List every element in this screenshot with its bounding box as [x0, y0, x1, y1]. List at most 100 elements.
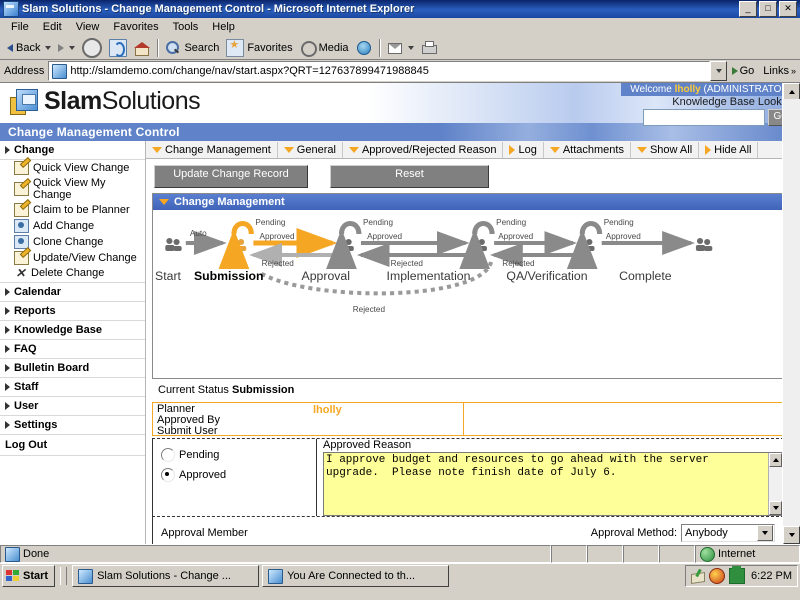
tab-general[interactable]: General [278, 141, 343, 158]
tab-show-all[interactable]: Show All [631, 141, 700, 158]
maximize-button[interactable]: □ [759, 1, 777, 17]
start-button[interactable]: Start [2, 565, 56, 587]
site-logo[interactable]: SlamSolutions [10, 87, 201, 115]
menu-edit[interactable]: Edit [36, 20, 69, 34]
tab-change-management[interactable]: Change Management [146, 141, 278, 158]
approved-reason-text[interactable]: I approve budget and resources to go ahe… [324, 453, 768, 515]
volume-icon[interactable] [729, 566, 746, 584]
print-icon [421, 40, 437, 56]
approval-section: Pending Approved Approved Reason I appro… [152, 439, 784, 516]
approval-method-row: Approval Member Approval Method: Anybody [152, 516, 784, 544]
favorites-button[interactable]: Favorites [223, 37, 295, 59]
tab-attachments[interactable]: Attachments [544, 141, 631, 158]
sidebar-group-user[interactable]: User [0, 397, 145, 416]
back-button[interactable]: Back [4, 37, 54, 59]
panel-header[interactable]: Change Management [153, 194, 783, 210]
forward-button[interactable] [55, 37, 78, 59]
search-button[interactable]: Search [162, 37, 222, 59]
menu-file[interactable]: File [4, 20, 36, 34]
taskbar-item-connected[interactable]: You Are Connected to th... [262, 565, 450, 587]
chevron-down-icon-forward[interactable] [69, 45, 76, 50]
links-button[interactable]: Links » [759, 65, 800, 77]
update-change-record-button[interactable]: Update Change Record [154, 165, 308, 188]
sidebar-group-label: Settings [14, 419, 58, 431]
sidebar-group-reports[interactable]: Reports [0, 302, 145, 321]
menu-help[interactable]: Help [205, 20, 242, 34]
sidebar-group-bulletin-board[interactable]: Bulletin Board [0, 359, 145, 378]
sidebar-group-change[interactable]: Change [0, 141, 145, 160]
sidebar-item-update-view-change[interactable]: Update/View Change [0, 250, 145, 266]
taskbar-item-browser[interactable]: Slam Solutions - Change ... [72, 565, 260, 587]
chevron-down-icon-mail[interactable] [407, 45, 414, 50]
media-label: Media [318, 41, 349, 54]
tab-log[interactable]: Log [503, 141, 544, 158]
sidebar-item-quick-view-change[interactable]: Quick View Change [0, 160, 145, 176]
approved-reason-textarea[interactable]: I approve budget and resources to go ahe… [323, 452, 783, 516]
print-button[interactable] [418, 37, 440, 59]
close-button[interactable]: ✕ [779, 1, 797, 17]
page-scroll-down-button[interactable] [783, 526, 800, 544]
radio-pending-icon[interactable] [161, 448, 175, 462]
tab-approved-rejected-reason[interactable]: Approved/Rejected Reason [343, 141, 504, 158]
address-dropdown-button[interactable] [709, 61, 727, 81]
svg-text:Rejected: Rejected [502, 259, 534, 268]
svg-text:Pending: Pending [604, 218, 634, 227]
chevron-down-icon[interactable] [45, 45, 52, 50]
sidebar-item-logout[interactable]: Log Out [0, 435, 145, 456]
sidebar-group-knowledge-base[interactable]: Knowledge Base [0, 321, 145, 340]
menu-favorites[interactable]: Favorites [106, 20, 165, 34]
sidebar-item-clone-change[interactable]: Clone Change [0, 234, 145, 250]
sidebar-item-add-change[interactable]: Add Change [0, 218, 145, 234]
sidebar-group-label: Reports [14, 305, 56, 317]
taskbar-clock[interactable]: 6:22 PM [749, 570, 792, 582]
logo-icon [10, 87, 40, 115]
favorites-icon [226, 38, 245, 57]
approval-method-block: Approval Method: Anybody [591, 524, 783, 542]
scroll-down-button[interactable] [769, 501, 782, 515]
reset-button[interactable]: Reset [330, 165, 489, 188]
sidebar-group-label: Knowledge Base [14, 324, 103, 336]
approval-reason-block: Approved Reason I approve budget and res… [317, 439, 783, 516]
svg-text:Auto: Auto [190, 229, 207, 238]
menu-tools[interactable]: Tools [166, 20, 206, 34]
taskbar-grip[interactable] [60, 567, 68, 585]
sidebar-group-label: Bulletin Board [14, 362, 90, 374]
home-button[interactable] [131, 37, 153, 59]
sidebar-item-delete-change[interactable]: ✕ Delete Change [0, 266, 145, 280]
menu-view[interactable]: View [69, 20, 107, 34]
triangle-right-icon [705, 144, 712, 155]
approval-method-select[interactable]: Anybody [681, 524, 775, 542]
media-button[interactable]: Media [297, 37, 352, 59]
mail-button[interactable] [384, 37, 417, 59]
chevron-down-icon-select[interactable] [757, 525, 773, 541]
sidebar-item-claim-to-be-planner[interactable]: Claim to be Planner [0, 202, 145, 218]
kb-search-input[interactable] [643, 109, 766, 126]
go-button[interactable]: Go [727, 65, 760, 77]
network-icon[interactable] [691, 569, 705, 583]
history-button[interactable] [353, 37, 375, 59]
triangle-down-icon [152, 146, 162, 153]
page-scroll-track[interactable] [783, 99, 800, 528]
radio-approved-icon[interactable] [161, 468, 175, 482]
scroll-up-button[interactable] [769, 453, 782, 467]
workflow-svg: Auto Pending Approved Rejected Pending A… [155, 218, 713, 314]
antivirus-icon[interactable] [709, 568, 726, 584]
radio-option-pending[interactable]: Pending [161, 448, 316, 462]
stop-button[interactable] [79, 37, 105, 59]
sidebar-item-quick-view-my-change[interactable]: Quick View My Change [0, 176, 145, 202]
sidebar-group-calendar[interactable]: Calendar [0, 283, 145, 302]
sidebar-group-faq[interactable]: FAQ [0, 340, 145, 359]
welcome-role: (ADMINISTRATOR) [703, 84, 792, 95]
refresh-button[interactable] [106, 37, 130, 59]
sidebar-group-label: Calendar [14, 286, 62, 298]
triangle-right-icon [5, 421, 10, 429]
address-input[interactable]: http://slamdemo.com/change/nav/start.asp… [48, 61, 710, 81]
sidebar-group-settings[interactable]: Settings [0, 416, 145, 435]
textarea-scrollbar[interactable] [768, 453, 782, 515]
page-scrollbar[interactable] [782, 83, 800, 544]
minimize-button[interactable]: _ [739, 1, 757, 17]
tab-hide-all[interactable]: Hide All [699, 141, 759, 158]
radio-option-approved[interactable]: Approved [161, 468, 316, 482]
sidebar-group-staff[interactable]: Staff [0, 378, 145, 397]
svg-text:Approved: Approved [367, 232, 402, 241]
